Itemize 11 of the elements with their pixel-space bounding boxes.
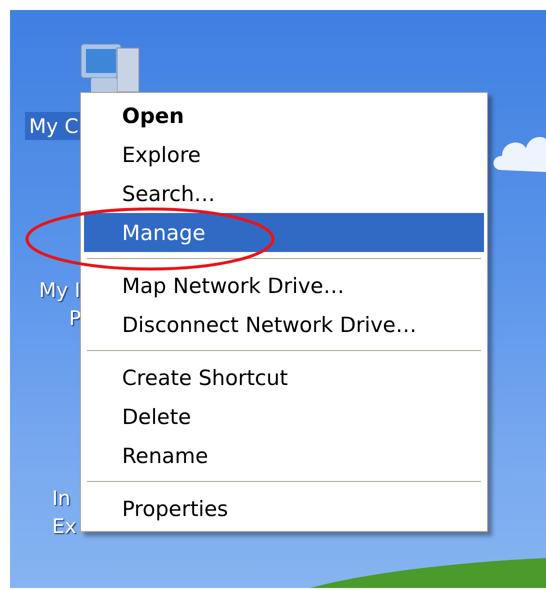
menu-item[interactable]: Open [84, 96, 484, 135]
menu-item[interactable]: Create Shortcut [84, 358, 484, 397]
menu-item[interactable]: Delete [84, 397, 484, 436]
menu-item[interactable]: Explore [84, 135, 484, 174]
menu-item[interactable]: Search… [84, 174, 484, 213]
menu-item[interactable]: Disconnect Network Drive… [84, 305, 484, 344]
menu-item[interactable]: Properties [84, 489, 484, 528]
menu-item[interactable]: Map Network Drive… [84, 266, 484, 305]
icon-label[interactable]: My C [25, 112, 82, 140]
menu-item[interactable]: Rename [84, 436, 484, 475]
menu-item[interactable]: Manage [84, 213, 484, 252]
